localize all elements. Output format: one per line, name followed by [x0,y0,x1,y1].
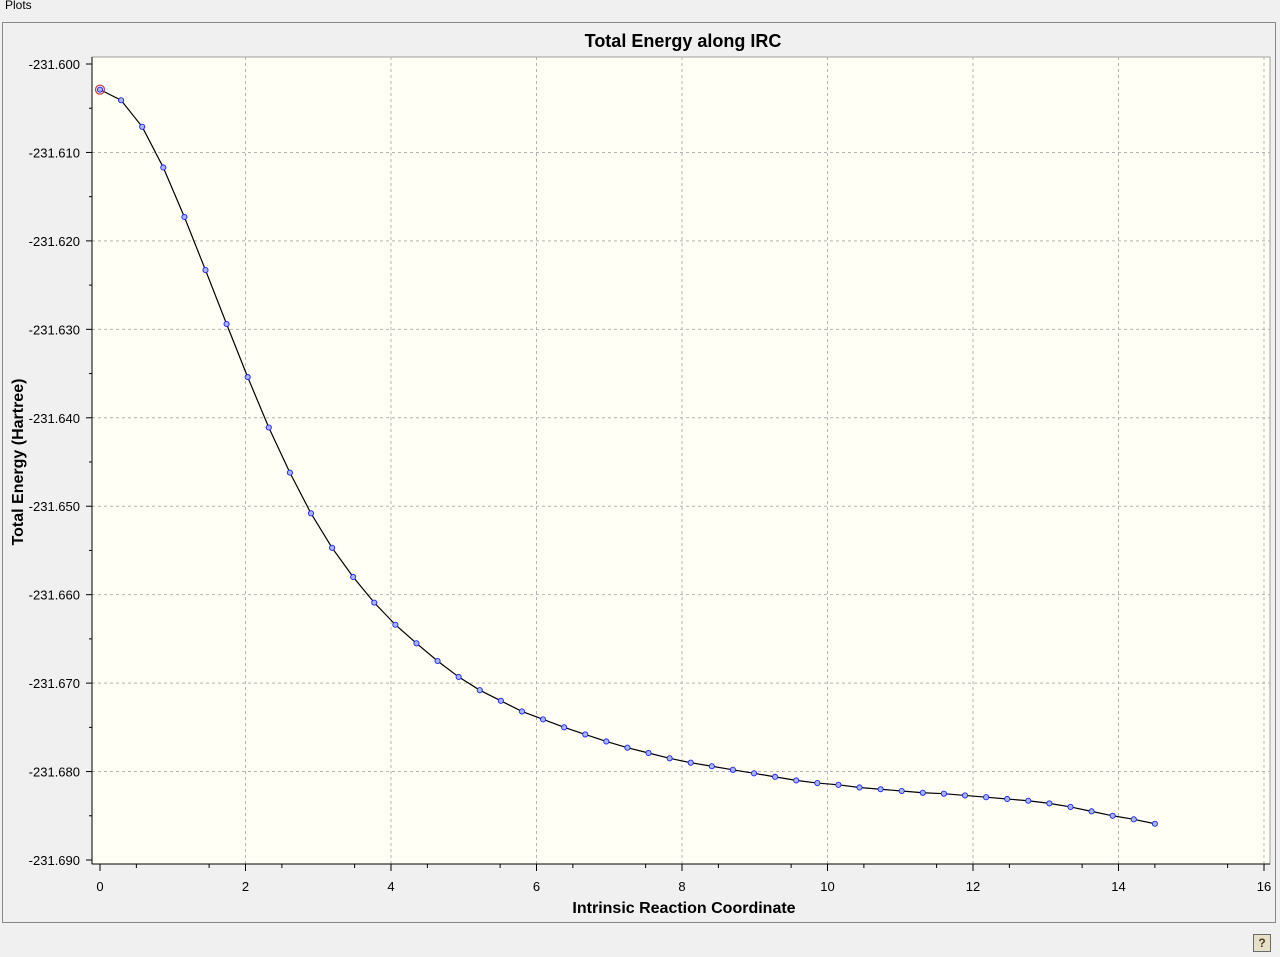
data-point[interactable] [835,781,842,788]
x-tick-label: 2 [242,879,249,894]
plot-area [91,56,1271,865]
data-point[interactable] [1130,816,1137,823]
data-point[interactable] [329,544,336,551]
data-point[interactable] [940,790,947,797]
data-point[interactable] [160,164,167,171]
data-point[interactable] [645,749,652,757]
x-tick-label: 14 [1111,879,1125,894]
data-point[interactable] [392,621,399,628]
data-point[interactable] [1151,820,1158,827]
data-point[interactable] [307,510,315,517]
data-point[interactable] [350,573,357,581]
data-point[interactable] [434,657,441,665]
data-point[interactable] [666,755,673,762]
data-point[interactable] [286,469,293,476]
y-tick-label: -231.610 [29,145,80,160]
data-point[interactable] [961,792,969,799]
x-tick-label: 0 [96,879,103,894]
data-point[interactable] [539,716,547,723]
data-point[interactable] [96,86,104,93]
data-point[interactable] [413,640,420,647]
data-point[interactable] [181,213,188,221]
x-tick-label: 10 [820,879,834,894]
status-bar [0,925,1280,957]
data-point[interactable] [898,787,905,795]
data-point[interactable] [856,784,863,791]
data-point[interactable] [1067,803,1074,810]
data-point[interactable] [983,794,990,801]
y-tick-label: -231.690 [29,853,80,868]
data-point[interactable] [919,789,926,796]
data-point[interactable] [729,766,736,773]
data-point[interactable] [371,599,378,606]
data-point[interactable] [877,786,884,793]
data-point[interactable] [1046,800,1053,807]
y-tick-label: -231.620 [29,234,80,249]
data-point[interactable] [750,770,758,777]
data-point[interactable] [455,673,462,680]
data-point[interactable] [708,763,715,770]
x-tick-label: 4 [387,879,394,894]
data-point[interactable] [497,697,504,704]
data-point[interactable] [1088,808,1095,815]
data-point[interactable] [687,759,694,766]
x-tick-label: 16 [1257,879,1271,894]
x-tick-label: 8 [678,879,685,894]
y-axis-label: Total Energy (Hartree) [10,379,27,546]
data-point[interactable] [1109,812,1116,819]
data-point[interactable] [139,123,146,130]
data-point[interactable] [118,97,125,104]
data-point[interactable] [793,777,800,784]
irc-energy-chart: 0 2 4 6 8 10 12 14 16 -231.600 -231.610 -231.620 -23… [10,31,1271,917]
data-point[interactable] [814,780,821,787]
x-axis-label: Intrinsic Reaction Coordinate [572,900,795,917]
data-point[interactable] [202,267,209,274]
data-point[interactable] [244,374,251,381]
x-tick-label: 6 [533,879,540,894]
help-button[interactable]: ? [1253,934,1271,952]
y-tick-label: -231.640 [29,411,80,426]
data-point[interactable] [561,724,568,731]
data-point[interactable] [603,738,610,745]
y-tick-label: -231.660 [29,588,80,603]
data-point[interactable] [772,773,779,780]
data-point[interactable] [476,687,483,694]
x-tick-label: 12 [966,879,980,894]
y-tick-label: -231.670 [29,676,80,691]
data-point[interactable] [265,424,272,431]
data-point[interactable] [223,320,230,328]
data-point[interactable] [624,744,631,751]
data-point[interactable] [518,708,526,715]
y-tick-label: -231.650 [29,499,80,514]
y-tick-label: -231.680 [29,765,80,780]
y-tick-label: -231.600 [29,57,80,72]
data-point[interactable] [1025,797,1032,804]
chart-title: Total Energy along IRC [585,31,782,51]
data-point[interactable] [582,731,589,738]
data-point[interactable] [1004,795,1011,803]
y-tick-label: -231.630 [29,322,80,337]
help-question-icon: ? [1258,936,1266,950]
